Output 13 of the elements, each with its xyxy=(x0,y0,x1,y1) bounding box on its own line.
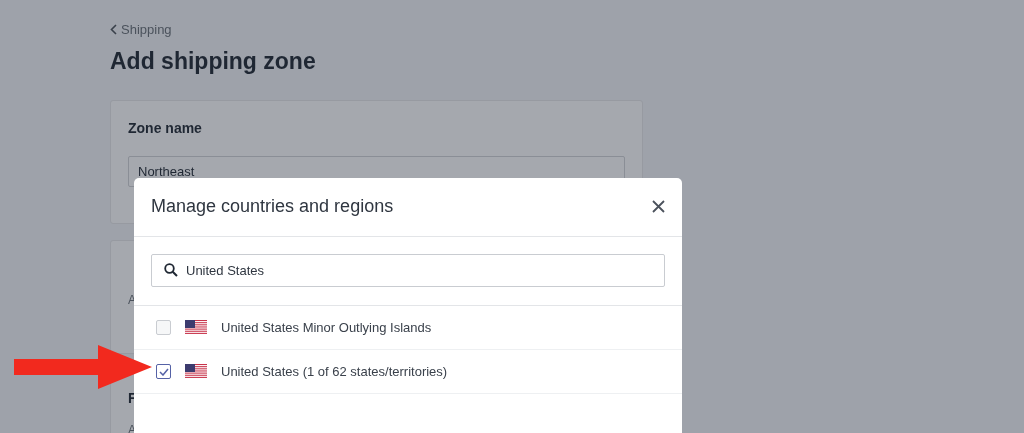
page-title: Add shipping zone xyxy=(110,48,317,76)
checkbox[interactable] xyxy=(156,364,171,380)
item-label: United States (1 of 62 states/territories) xyxy=(221,362,448,381)
search-field[interactable]: United States xyxy=(151,253,665,288)
modal-title: Manage countries and regions xyxy=(151,196,394,218)
back-link-label: Shipping xyxy=(121,20,172,39)
chevron-left-icon xyxy=(110,24,117,35)
list-item[interactable]: United States Minor Outlying Islands xyxy=(134,306,682,351)
close-button[interactable] xyxy=(652,200,665,214)
flag-icon xyxy=(185,364,207,380)
flag-icon xyxy=(185,320,207,336)
item-label: United States Minor Outlying Islands xyxy=(221,318,432,337)
card-heading: Zone name xyxy=(128,118,203,138)
